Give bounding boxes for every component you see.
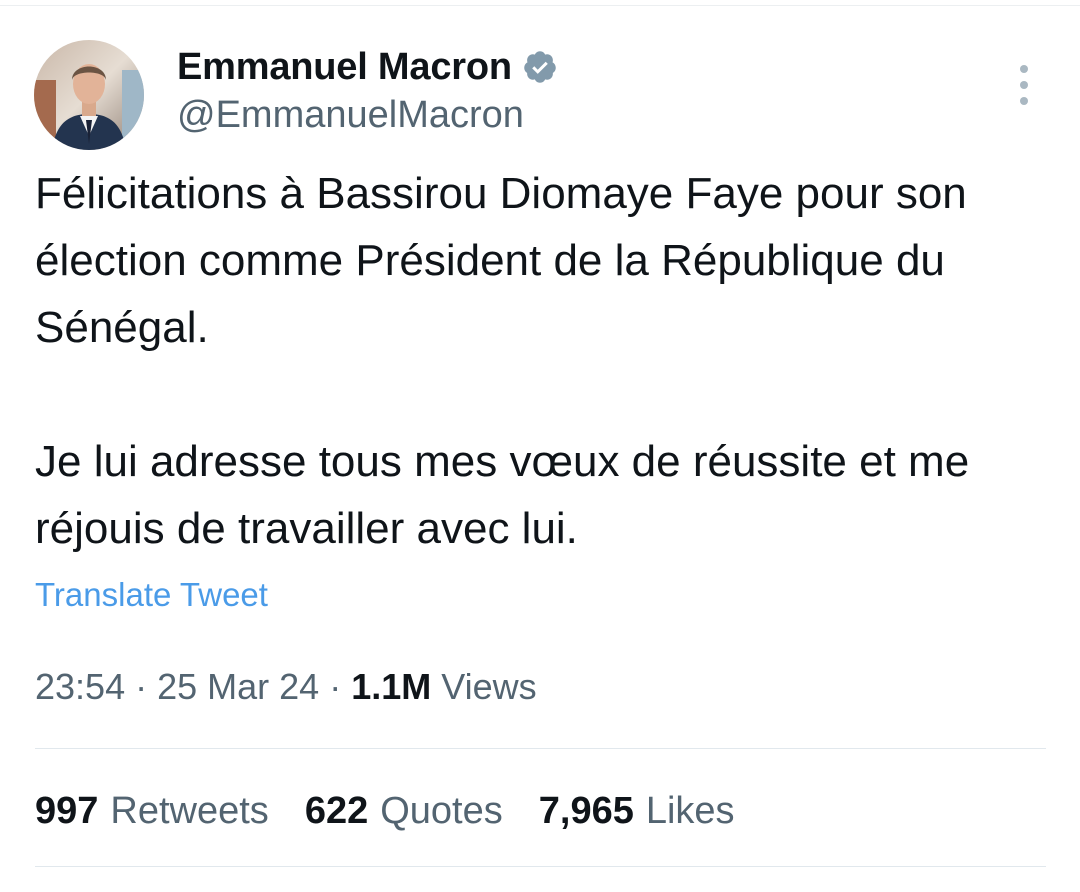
more-dot-icon — [1020, 65, 1028, 73]
likes-stat[interactable]: 7,965 Likes — [539, 790, 735, 833]
author-display-name[interactable]: Emmanuel Macron — [177, 46, 512, 89]
meta-separator: · — [329, 666, 342, 707]
author-name-row: Emmanuel Macron — [177, 44, 558, 90]
profile-photo-icon — [34, 40, 144, 150]
tweet-paragraph: Je lui adresse tous mes vœux de réussite… — [35, 437, 970, 553]
quotes-count: 622 — [304, 790, 369, 832]
views-count: 1.1M — [351, 666, 432, 707]
tweet-time[interactable]: 23:54 — [35, 666, 125, 708]
tweet-date[interactable]: 25 Mar 24 — [157, 666, 319, 708]
top-divider — [0, 0, 1080, 6]
tweet-paragraph: Félicitations à Bassirou Diomaye Faye po… — [35, 169, 967, 352]
tweet-meta: 23:54 · 25 Mar 24 · 1.1M Views — [35, 666, 537, 708]
author-handle[interactable]: @EmmanuelMacron — [177, 94, 524, 137]
likes-label: Likes — [645, 790, 735, 832]
more-options-button[interactable] — [1006, 62, 1042, 108]
tweet-text: Félicitations à Bassirou Diomaye Faye po… — [35, 160, 1045, 562]
verified-badge-icon — [522, 49, 558, 85]
translate-tweet-link[interactable]: Translate Tweet — [35, 576, 268, 614]
retweets-stat[interactable]: 997 Retweets — [35, 790, 269, 833]
more-dot-icon — [1020, 97, 1028, 105]
divider — [35, 866, 1046, 867]
meta-separator: · — [135, 666, 148, 707]
views-label: Views — [441, 666, 537, 707]
quotes-label: Quotes — [380, 790, 503, 832]
divider — [35, 748, 1046, 749]
likes-count: 7,965 — [538, 790, 634, 832]
more-dot-icon — [1020, 81, 1028, 89]
retweets-label: Retweets — [110, 790, 269, 832]
avatar[interactable] — [34, 40, 144, 150]
quotes-stat[interactable]: 622 Quotes — [305, 790, 503, 833]
retweets-count: 997 — [35, 790, 99, 832]
engagement-stats: 997 Retweets 622 Quotes 7,965 Likes — [35, 790, 771, 833]
